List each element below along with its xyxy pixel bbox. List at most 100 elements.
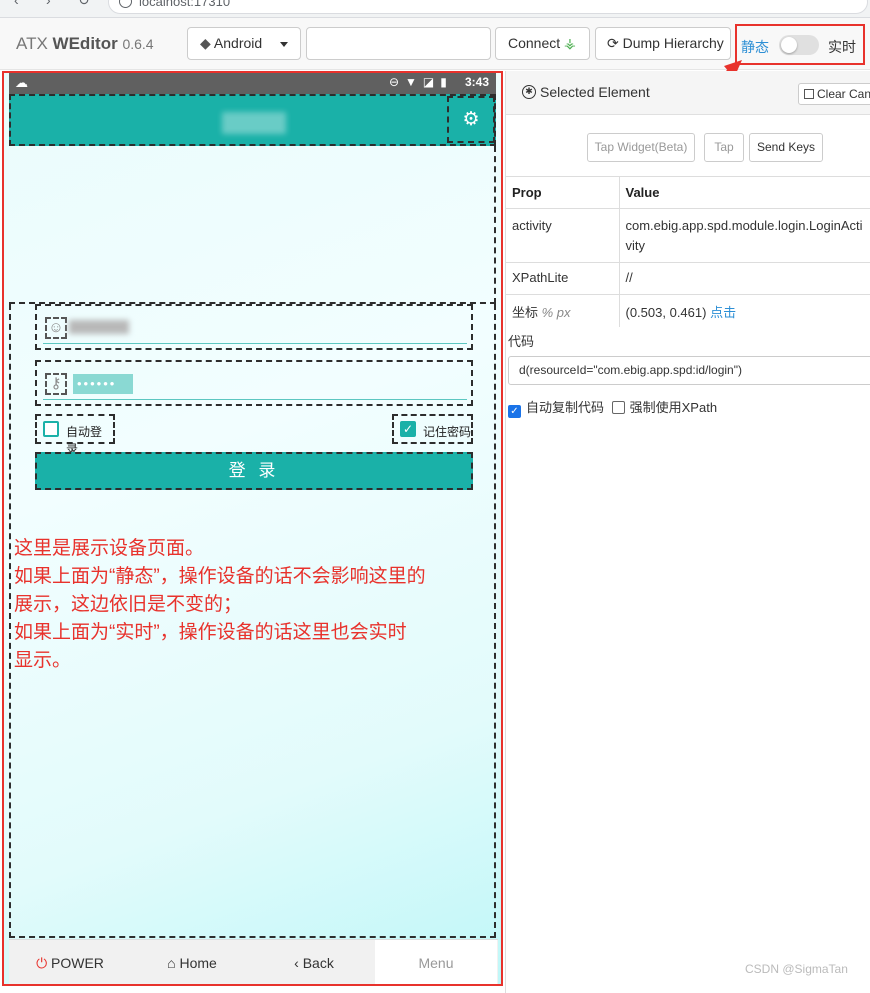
remember-password-checkbox[interactable]: ✓ 记住密码: [392, 414, 473, 444]
brand-prefix: ATX: [16, 34, 48, 53]
coord-label: 坐标: [512, 305, 539, 320]
selected-element-title: Selected Element: [540, 84, 650, 100]
prop-name: activity: [506, 208, 620, 263]
app-brand: ATX WEditor 0.6.4: [16, 34, 154, 54]
device-nav-bar: ⏻ POWER ⌂ Home ‹ Back Menu: [9, 939, 498, 984]
code-options: ✓ 自动复制代码 强制使用XPath: [508, 397, 717, 418]
col-prop-header: Prop: [506, 176, 620, 209]
coord-value: (0.503, 0.461): [625, 305, 707, 320]
prop-value: //: [619, 262, 870, 295]
browser-reload-icon[interactable]: ↻: [78, 0, 90, 9]
coord-unit: % px: [541, 305, 571, 320]
inspector-panel: ✱ Selected Element Clear Canvas Tap Widg…: [505, 71, 870, 993]
clear-canvas-box: [804, 89, 814, 99]
mode-static-label[interactable]: 静态: [741, 37, 769, 57]
table-header-row: Prop Value: [506, 176, 870, 209]
auto-login-box: [43, 421, 59, 437]
platform-select-label: Android: [213, 35, 263, 51]
annotation-line: 展示，这边依旧是不变的；: [14, 594, 243, 615]
site-info-icon[interactable]: [119, 0, 132, 8]
mode-live-label[interactable]: 实时: [828, 37, 856, 57]
app-header: ⚙: [9, 94, 496, 146]
browser-address-strip: ‹ › ↻ localhost:17310: [0, 0, 870, 18]
android-icon: ◆: [200, 35, 211, 51]
user-icon: ☺: [45, 317, 67, 339]
back-button[interactable]: ‹ Back: [253, 940, 375, 984]
banner-area: [9, 146, 496, 304]
clear-canvas-checkbox[interactable]: Clear Canvas: [798, 83, 870, 105]
live-mode-toggle[interactable]: [779, 35, 819, 55]
username-underline: [43, 343, 467, 344]
force-xpath-checkbox[interactable]: [611, 401, 625, 414]
refresh-icon: ⟳: [607, 35, 619, 51]
prop-name: XPathLite: [506, 262, 620, 295]
cloud-icon: ☁: [15, 75, 28, 90]
browser-url-bar[interactable]: localhost:17310: [108, 0, 868, 14]
platform-select[interactable]: ◆ Android: [187, 27, 301, 60]
device-serial-input[interactable]: [306, 27, 491, 60]
auto-copy-label: 自动复制代码: [526, 400, 605, 415]
table-row: 坐标 % px (0.503, 0.461) 点击: [506, 294, 870, 327]
crosshair-icon: ✱: [522, 85, 536, 99]
settings-gear-icon[interactable]: ⚙: [447, 96, 495, 143]
back-label: Back: [302, 955, 334, 971]
remember-check-icon: ✓: [400, 421, 416, 437]
chevron-down-icon: [280, 42, 288, 47]
mode-switch-group: 静态 实时: [735, 24, 865, 65]
menu-button[interactable]: Menu: [375, 940, 497, 984]
table-row: activity com.ebig.app.spd.module.login.L…: [506, 208, 870, 263]
connect-button[interactable]: Connect ⚶: [495, 27, 590, 60]
code-output[interactable]: d(resourceId="com.ebig.app.spd:id/login"…: [508, 356, 870, 385]
prop-value: (0.503, 0.461) 点击: [619, 294, 870, 327]
chevron-left-icon: ‹: [294, 955, 299, 971]
auto-copy-checkbox[interactable]: ✓: [508, 405, 521, 418]
tap-widget-button[interactable]: Tap Widget(Beta): [587, 133, 695, 162]
power-button[interactable]: ⏻ POWER: [9, 940, 131, 984]
username-redacted: [69, 320, 129, 334]
force-xpath-label: 强制使用XPath: [629, 400, 718, 415]
annotation-line: 如果上面为“静态”，操作设备的话不会影响这里的: [14, 566, 426, 587]
annotation-note: 这里是展示设备页面。 如果上面为“静态”，操作设备的话不会影响这里的 展示，这边…: [14, 535, 501, 675]
home-icon: ⌂: [167, 955, 176, 971]
password-field[interactable]: ⚷ ••••••: [35, 360, 473, 406]
android-status-bar: ☁ ⊖▼◪▮ 3:43: [9, 73, 496, 94]
annotation-line: 显示。: [14, 650, 72, 671]
brand-name: WEditor: [52, 34, 118, 53]
app-title-redacted: [222, 112, 286, 134]
power-label: POWER: [51, 955, 104, 971]
tap-button[interactable]: Tap: [704, 133, 744, 162]
auto-login-checkbox[interactable]: 自动登录: [35, 414, 115, 456]
annotation-line: 如果上面为“实时”，操作设备的话这里也会实时: [14, 622, 407, 643]
prop-value: com.ebig.app.spd.module.login.LoginActiv…: [619, 208, 870, 263]
home-label: Home: [179, 955, 217, 971]
device-screen[interactable]: ☁ ⊖▼◪▮ 3:43 ⚙ ☺ ⚷ •••••• 自动登录 ✓ 记住密码 登 录…: [2, 71, 503, 986]
browser-back-icon[interactable]: ‹: [14, 0, 19, 8]
password-mask: ••••••: [73, 374, 133, 394]
col-value-header: Value: [619, 176, 870, 209]
plug-icon: ⚶: [564, 35, 576, 51]
home-button[interactable]: ⌂ Home: [131, 940, 253, 984]
dump-hierarchy-label: Dump Hierarchy: [622, 35, 724, 51]
properties-table: Prop Value activity com.ebig.app.spd.mod…: [506, 176, 870, 327]
annotation-line: 这里是展示设备页面。: [14, 538, 205, 559]
username-field[interactable]: ☺: [35, 304, 473, 350]
connect-button-label: Connect: [508, 35, 561, 51]
dump-hierarchy-button[interactable]: ⟳ Dump Hierarchy: [595, 27, 731, 60]
status-icons: ⊖▼◪▮: [389, 75, 453, 89]
toggle-knob: [781, 37, 797, 53]
login-button[interactable]: 登 录: [35, 452, 473, 490]
browser-url-text: localhost:17310: [139, 0, 231, 9]
key-icon: ⚷: [45, 373, 67, 395]
prop-name: 坐标 % px: [506, 294, 620, 327]
selected-element-header: ✱ Selected Element Clear Canvas: [506, 71, 870, 115]
brand-version: 0.6.4: [122, 36, 154, 52]
watermark: CSDN @SigmaTan: [745, 962, 848, 976]
password-underline: [43, 399, 467, 400]
coord-click-link[interactable]: 点击: [710, 305, 736, 320]
power-icon: ⏻: [36, 955, 48, 971]
table-row: XPathLite //: [506, 262, 870, 295]
browser-forward-icon[interactable]: ›: [46, 0, 51, 8]
remember-password-label: 记住密码: [423, 425, 472, 439]
send-keys-button[interactable]: Send Keys: [749, 133, 823, 162]
status-time: 3:43: [464, 75, 490, 89]
